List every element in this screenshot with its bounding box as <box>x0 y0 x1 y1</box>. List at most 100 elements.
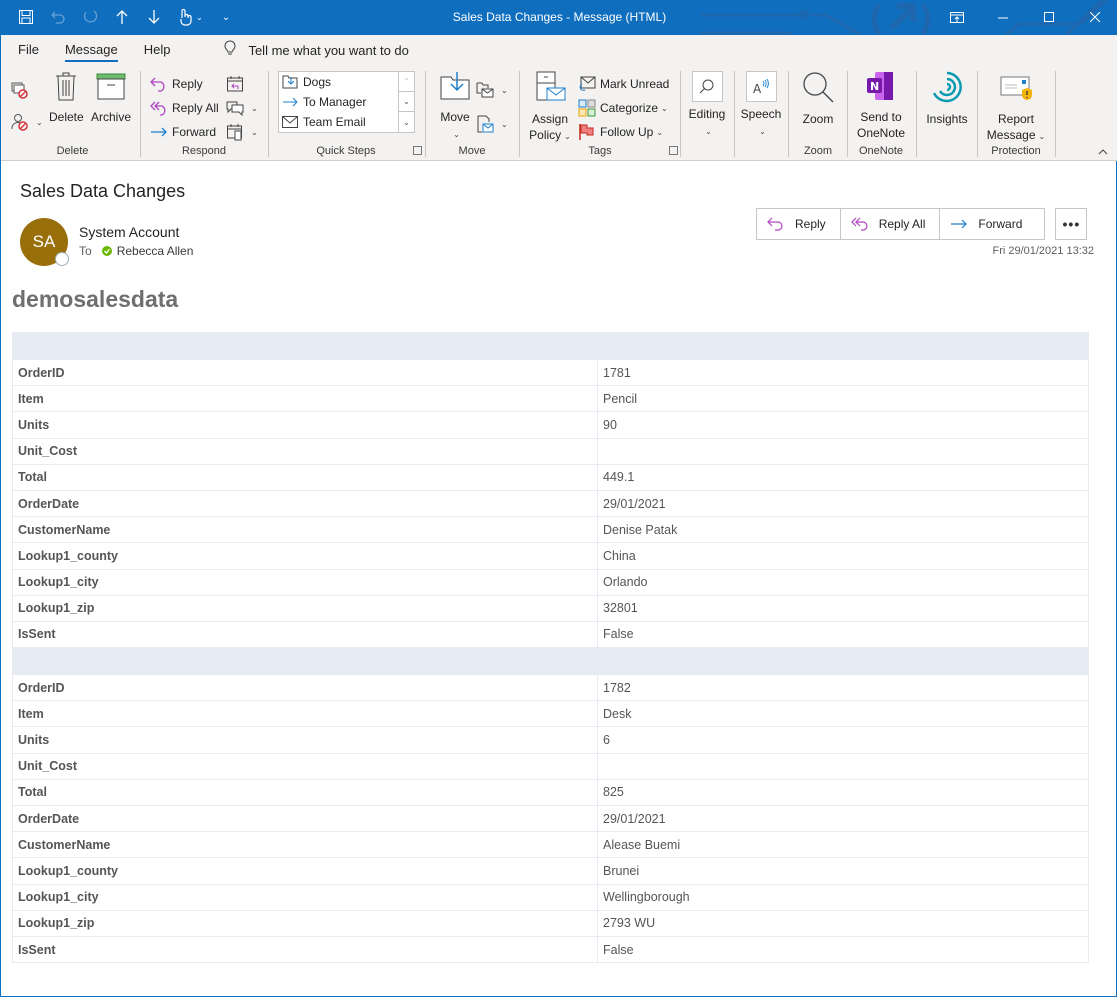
title-bar: ⌄ ⌄ Sales Data Changes - Message (HTML) <box>1 0 1117 35</box>
close-icon[interactable] <box>1072 0 1117 35</box>
reading-pane: Sales Data Changes SA System Account To … <box>2 162 1116 996</box>
quick-step-to-manager[interactable]: To Manager <box>279 92 414 112</box>
send-to-onenote-button[interactable]: N Send to OneNote <box>848 71 914 141</box>
more-actions-button[interactable]: ••• <box>1055 208 1088 240</box>
field-value-cell: Orlando <box>597 568 1089 596</box>
field-name-cell: Lookup1_city <box>12 568 598 596</box>
recipients-line: To Rebecca Allen <box>79 244 193 258</box>
move-folder-icon <box>436 71 474 105</box>
group-respond: Reply Reply All Forward ⌄ ⌄ Respond <box>142 69 266 159</box>
table-row: Units 90 <box>12 411 1089 439</box>
group-delete: ⌄ Delete Archive Delete <box>5 69 140 159</box>
field-value-cell: 1781 <box>597 358 1089 387</box>
report-message-icon <box>978 71 1054 107</box>
zoom-button[interactable]: Zoom <box>789 71 847 127</box>
categorize-button[interactable]: Categorize ⌄ <box>578 97 668 119</box>
field-value-cell: 6 <box>597 726 1089 754</box>
insights-button[interactable]: Insights <box>917 71 977 127</box>
field-name-cell: Lookup1_city <box>12 883 598 911</box>
rules-button[interactable]: ⌄ <box>476 79 508 101</box>
ribbon: ⌄ Delete Archive Delete Reply Reply All … <box>1 65 1117 161</box>
field-name-cell: Unit_Cost <box>12 437 598 465</box>
editing-button[interactable]: Editing ⌄ <box>681 71 733 140</box>
quick-steps-scrollbar[interactable]: ⌃ ⌄ ⌄ <box>398 72 414 132</box>
group-onenote: N Send to OneNote OneNote <box>848 69 914 159</box>
forward-button[interactable]: Forward <box>940 209 1044 239</box>
minimize-icon[interactable] <box>980 0 1026 35</box>
dialog-launcher-icon[interactable] <box>669 146 678 155</box>
ribbon-reply-all-button[interactable]: Reply All <box>150 97 219 119</box>
scroll-down-icon[interactable]: ⌄ <box>399 92 414 112</box>
assign-policy-button[interactable]: Assign Policy ⌄ <box>528 71 572 145</box>
archive-button[interactable]: Archive <box>89 71 133 125</box>
reply-icon <box>150 76 168 92</box>
recipient-name[interactable]: Rebecca Allen <box>117 244 194 258</box>
sender-name[interactable]: System Account <box>79 224 179 240</box>
field-name-cell: IsSent <box>12 935 598 964</box>
scroll-up-icon[interactable]: ⌃ <box>399 72 414 92</box>
tab-help[interactable]: Help <box>144 35 171 65</box>
table-row: OrderDate 29/01/2021 <box>12 804 1089 833</box>
move-button[interactable]: Move ⌄ <box>436 71 474 143</box>
mark-unread-icon <box>578 76 596 92</box>
group-move: Move ⌄ ⌄ ⌄ Move <box>426 69 518 159</box>
ignore-button[interactable] <box>11 79 33 101</box>
field-value-cell: Pencil <box>597 385 1089 413</box>
reply-with-im-button[interactable]: ⌄ <box>226 97 258 119</box>
table-row: Total 449.1 <box>12 463 1089 491</box>
group-editing: Editing ⌄ <box>681 69 733 159</box>
expand-gallery-icon[interactable]: ⌄ <box>399 112 414 132</box>
restore-ribbon-icon[interactable] <box>934 0 980 35</box>
field-name-cell: OrderDate <box>12 804 598 833</box>
more-respond-button[interactable]: ⌄ <box>226 121 258 143</box>
quick-step-team-email[interactable]: Team Email <box>279 112 414 132</box>
mark-unread-button[interactable]: Mark Unread <box>578 73 669 95</box>
reply-with-meeting-button[interactable] <box>226 73 248 95</box>
meeting-reply-icon <box>226 75 244 93</box>
table-row: Lookup1_city Orlando <box>12 568 1089 596</box>
chevron-down-icon: ⌄ <box>36 117 43 127</box>
field-name-cell: Item <box>12 700 598 728</box>
report-message-button[interactable]: Report Message ⌄ <box>978 71 1054 145</box>
presence-status-icon <box>55 252 69 266</box>
tell-me-search[interactable]: Tell me what you want to do <box>224 40 409 60</box>
policy-icon <box>528 71 572 107</box>
available-status-icon <box>101 246 112 256</box>
field-name-cell: Units <box>12 726 598 754</box>
quick-step-dogs[interactable]: Dogs <box>279 72 414 92</box>
onenote-actions-button[interactable]: ⌄ <box>476 113 508 135</box>
to-label: To <box>79 244 92 258</box>
field-name-cell: OrderDate <box>12 489 598 518</box>
table-row: Lookup1_county China <box>12 542 1089 570</box>
speech-button[interactable]: A Speech ⌄ <box>735 71 787 140</box>
separator-cell <box>12 332 1089 360</box>
tab-file[interactable]: File <box>18 35 39 65</box>
categorize-icon <box>578 99 596 117</box>
sales-data-table: OrderID 1781 Item Pencil Units 90 Unit_Cost Tot… <box>12 332 1089 964</box>
group-zoom: Zoom Zoom <box>789 69 847 159</box>
insights-icon <box>917 71 977 107</box>
ignore-icon <box>11 81 29 99</box>
block-sender-icon <box>11 113 29 131</box>
delete-button[interactable]: Delete <box>49 71 84 125</box>
message-actions: Reply Reply All Forward ••• <box>756 208 1088 240</box>
svg-text:A: A <box>753 82 762 95</box>
group-speech: A Speech ⌄ <box>735 69 787 159</box>
ribbon-reply-button[interactable]: Reply <box>150 73 203 95</box>
ribbon-forward-button[interactable]: Forward <box>150 121 216 143</box>
field-name-cell: Item <box>12 385 598 413</box>
follow-up-button[interactable]: Follow Up ⌄ <box>578 121 663 143</box>
dialog-launcher-icon[interactable] <box>413 146 422 155</box>
forward-icon <box>150 124 168 140</box>
message-subject: Sales Data Changes <box>20 181 186 201</box>
collapse-ribbon-icon[interactable] <box>1098 146 1108 158</box>
record-separator-row <box>12 332 1089 360</box>
maximize-icon[interactable] <box>1026 0 1072 35</box>
reply-all-button[interactable]: Reply All <box>841 209 941 239</box>
reply-button[interactable]: Reply <box>757 209 841 239</box>
junk-button[interactable]: ⌄ <box>11 111 43 133</box>
tab-message[interactable]: Message <box>64 35 118 65</box>
group-protection: Report Message ⌄ Protection <box>978 69 1054 159</box>
field-name-cell: CustomerName <box>12 831 598 859</box>
group-separator <box>1055 71 1056 157</box>
